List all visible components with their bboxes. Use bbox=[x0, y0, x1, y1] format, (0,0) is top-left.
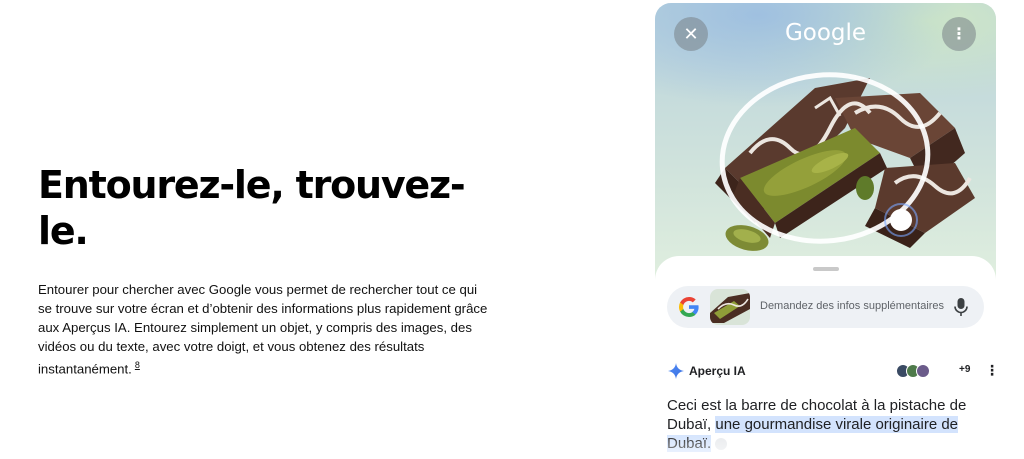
sparkle-icon bbox=[668, 363, 684, 379]
google-g-icon bbox=[678, 296, 699, 318]
search-bar[interactable]: Demandez des infos supplémentaires bbox=[667, 286, 984, 328]
footnote-link[interactable]: 8 bbox=[135, 360, 140, 370]
ai-overview-header: Aperçu IA +9 ⋮ bbox=[668, 362, 996, 380]
hero-copy: Entourez-le, trouvez-le. Entourer pour c… bbox=[38, 162, 493, 378]
ai-overview-more-icon[interactable]: ⋮ bbox=[985, 362, 996, 379]
source-avatar bbox=[916, 364, 930, 378]
bottom-fade bbox=[655, 433, 996, 459]
hero-body-text: Entourer pour chercher avec Google vous … bbox=[38, 282, 488, 377]
source-avatars[interactable] bbox=[896, 364, 944, 378]
hero-title: Entourez-le, trouvez-le. bbox=[38, 163, 466, 253]
source-count[interactable]: +9 bbox=[959, 364, 970, 375]
thumbnail-image bbox=[710, 289, 750, 325]
ai-overview-label: Aperçu IA bbox=[689, 364, 746, 378]
phone-screenshot: ✕ Google ⋮ Demandez des infos supplément… bbox=[655, 3, 996, 459]
more-options-button[interactable]: ⋮ bbox=[942, 17, 976, 51]
hero-body: Entourer pour chercher avec Google vous … bbox=[38, 280, 493, 378]
more-vert-icon: ⋮ bbox=[951, 26, 967, 43]
chocolate-bar-image bbox=[715, 72, 975, 251]
selection-thumbnail[interactable] bbox=[710, 289, 750, 325]
search-input[interactable]: Demandez des infos supplémentaires bbox=[760, 300, 944, 312]
mic-icon[interactable] bbox=[953, 297, 969, 317]
results-sheet: Demandez des infos supplémentaires Aperç… bbox=[655, 256, 996, 459]
drag-handle[interactable] bbox=[813, 267, 839, 271]
